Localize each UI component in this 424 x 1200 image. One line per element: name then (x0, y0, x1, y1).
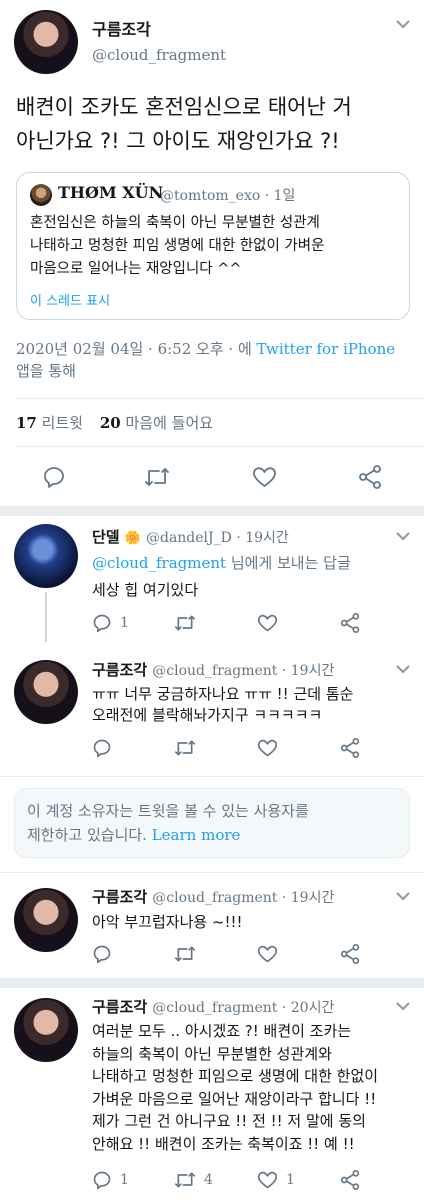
tweet-via: 앱을 통해 (16, 362, 76, 380)
quoted-text-line: 마음으로 일어나는 재앙입니다 ^^ (30, 261, 242, 277)
retweet-icon[interactable] (174, 1170, 196, 1190)
like-icon[interactable] (257, 1170, 278, 1190)
retweets-count[interactable]: 17 (16, 414, 37, 432)
reply-author-handle[interactable]: @cloud_fragment · 19시간 (152, 663, 334, 679)
avatar[interactable] (14, 524, 78, 588)
quoted-avatar (30, 184, 52, 206)
share-icon[interactable] (340, 612, 360, 634)
tweet-text-line: 배켠이 조카도 혼전임신으로 태어난 거 (16, 95, 352, 119)
quoted-author-handle: @tomtom_exo · 1일 (160, 188, 296, 204)
likes-count[interactable]: 20 (100, 414, 121, 432)
protected-account-notice: 이 계정 소유자는 트윗을 볼 수 있는 사용자를 제한하고 있습니다. Lea… (14, 788, 410, 858)
notice-text-line: 이 계정 소유자는 트윗을 볼 수 있는 사용자를 (27, 802, 309, 820)
reply-icon[interactable] (92, 1170, 112, 1190)
like-icon[interactable] (252, 465, 277, 489)
retweet-icon[interactable] (174, 613, 196, 633)
notice-text-line: 제한하고 있습니다. Learn more (27, 823, 397, 847)
thread-line (45, 592, 47, 642)
divider (0, 872, 424, 873)
retweet-icon[interactable] (174, 944, 196, 964)
reply-author-name[interactable]: 단델 (92, 528, 120, 546)
reply-text-line: 하늘의 축복이 아닌 무분별한 성관계와 (92, 1044, 332, 1063)
reply-text-line: 여러분 모두 .. 아시겠죠 ?! 배켠이 조카는 (92, 1022, 352, 1040)
reply-text-line: 오래전에 블락해놔가지구 ㅋㅋㅋㅋㅋ (92, 706, 323, 724)
reply-text-line: 제가 그런 건 아니구요 !! 전 !! 저 말에 동의 (92, 1112, 366, 1130)
reply-count: 1 (120, 615, 129, 631)
author-handle[interactable]: @cloud_fragment (92, 46, 226, 64)
retweets-label[interactable]: 리트윗 (42, 414, 83, 432)
avatar[interactable] (14, 998, 78, 1062)
retweet-count: 4 (204, 1172, 213, 1188)
section-divider (0, 506, 424, 516)
chevron-down-icon[interactable] (396, 890, 410, 905)
reply-text: 아악 부끄럽자나용 ~!!! (92, 913, 243, 931)
retweet-icon[interactable] (174, 738, 196, 758)
reply-text: 세상 힙 여기있다 (92, 581, 199, 599)
like-icon[interactable] (257, 613, 278, 633)
tweet-client-link[interactable]: Twitter for iPhone (257, 340, 396, 358)
quoted-text-line: 혼전임신은 하늘의 축복이 아닌 무분별한 성관계 (30, 215, 320, 231)
reply-header: 구름조각 @cloud_fragment · 20시간 (92, 996, 334, 1017)
tweet-timestamp[interactable]: 2020년 02월 04일 · 6:52 오후 · 에 (16, 340, 252, 358)
reply-text-line: ㅠㅠ 너무 궁금하자나요 ㅠㅠ !! 근데 톰순 (92, 685, 354, 703)
reply-author-name[interactable]: 구름조각 (92, 998, 147, 1016)
reply-icon[interactable] (92, 944, 112, 964)
replying-to-handle[interactable]: @cloud_fragment (92, 554, 226, 572)
share-icon[interactable] (358, 464, 382, 490)
share-icon[interactable] (340, 943, 360, 965)
retweet-icon[interactable] (144, 465, 170, 489)
chevron-down-icon[interactable] (396, 1000, 410, 1015)
reply-author-handle[interactable]: @dandelJ_D · 19시간 (146, 530, 289, 546)
author-name[interactable]: 구름조각 (92, 16, 151, 40)
reply-author-name[interactable]: 구름조각 (92, 661, 147, 679)
chevron-down-icon[interactable] (396, 663, 410, 678)
divider (0, 776, 424, 777)
share-icon[interactable] (340, 737, 360, 759)
tweet-metadata: 2020년 02월 04일 · 6:52 오후 · 에 Twitter for … (16, 338, 395, 382)
avatar[interactable] (14, 888, 78, 952)
reply-count: 1 (120, 1172, 129, 1188)
quoted-text: 혼전임신은 하늘의 축복이 아닌 무분별한 성관계 나태하고 멍청한 피임 생명… (30, 212, 324, 281)
replying-to-label: 님에게 보내는 답글 (230, 554, 351, 572)
reply-icon[interactable] (92, 613, 112, 633)
reply-text: 여러분 모두 .. 아시겠죠 ?! 배켠이 조카는 하늘의 축복이 아닌 무분별… (92, 1020, 378, 1155)
reply-text: ㅠㅠ 너무 궁금하자나요 ㅠㅠ !! 근데 톰순 오래전에 블락해놔가지구 ㅋㅋ… (92, 684, 353, 726)
avatar[interactable] (14, 10, 78, 74)
reply-author-name[interactable]: 구름조각 (92, 888, 147, 906)
chevron-down-icon[interactable] (396, 18, 410, 33)
engagement-stats: 17 리트윗 20 마음에 들어요 (16, 412, 213, 433)
reply-text-line: 안해요 !! 배켠이 조카는 축복이죠 !! 예 !! (92, 1134, 355, 1153)
reply-icon[interactable] (42, 465, 66, 489)
quoted-text-line: 나태하고 멍청한 피임 생명에 대한 한없이 가벼운 (30, 238, 325, 254)
quoted-author-name: THØM XÜN (58, 183, 164, 202)
divider (16, 398, 424, 399)
reply-author-handle[interactable]: @cloud_fragment · 20시간 (152, 1000, 334, 1016)
tweet-text: 배켠이 조카도 혼전임신으로 태어난 거 아닌가요 ?! 그 아이도 재앙인가요… (16, 90, 352, 158)
learn-more-link[interactable]: Learn more (152, 826, 241, 844)
reply-icon[interactable] (92, 738, 112, 758)
replying-to: @cloud_fragment 님에게 보내는 답글 (92, 552, 351, 573)
reply-text-line: 가벼운 마음으로 일어난 재앙이라구 합니다 !! (92, 1089, 377, 1108)
chevron-down-icon[interactable] (396, 530, 410, 545)
section-divider (0, 978, 424, 988)
likes-label[interactable]: 마음에 들어요 (126, 414, 214, 432)
avatar[interactable] (14, 660, 78, 724)
reply-author-handle[interactable]: @cloud_fragment · 19시간 (152, 890, 334, 906)
tweet-text-line: 아닌가요 ?! 그 아이도 재앙인가요 ?! (16, 129, 340, 153)
show-thread-link[interactable]: 이 스레드 표시 (30, 290, 110, 309)
like-count: 1 (286, 1172, 295, 1188)
like-icon[interactable] (257, 738, 278, 758)
reply-header: 단델 🌼 @dandelJ_D · 19시간 (92, 526, 289, 547)
reply-author-emoji: 🌼 (124, 531, 141, 546)
reply-header: 구름조각 @cloud_fragment · 19시간 (92, 659, 334, 680)
reply-header: 구름조각 @cloud_fragment · 19시간 (92, 886, 334, 907)
reply-text-line: 나태하고 멍청한 피임으로 생명에 대한 한없이 (92, 1067, 379, 1085)
divider (16, 446, 424, 447)
like-icon[interactable] (257, 944, 278, 964)
share-icon[interactable] (340, 1169, 360, 1191)
notice-text: 제한하고 있습니다. (27, 826, 147, 844)
